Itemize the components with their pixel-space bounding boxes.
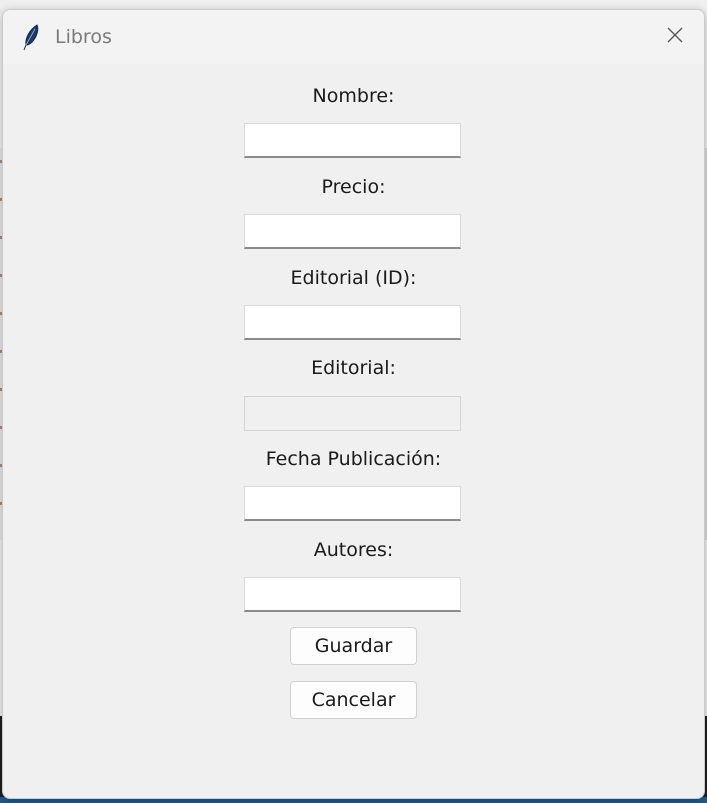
close-button[interactable] — [646, 10, 704, 64]
book-form: Nombre: Precio: Editorial (ID): Editoria… — [3, 64, 704, 798]
cancel-button[interactable]: Cancelar — [290, 681, 417, 719]
fecha-publicacion-input[interactable] — [244, 486, 461, 521]
autores-label: Autores: — [313, 539, 394, 561]
nombre-label: Nombre: — [312, 85, 395, 107]
save-button[interactable]: Guardar — [290, 627, 417, 665]
nombre-input[interactable] — [244, 123, 461, 158]
libros-dialog: Libros Nombre: Precio: Editorial (ID): E… — [2, 9, 705, 799]
title-bar[interactable]: Libros — [3, 10, 704, 64]
precio-label: Precio: — [321, 176, 386, 198]
editorial-id-input[interactable] — [244, 305, 461, 340]
editorial-readonly-field — [244, 396, 461, 431]
precio-input[interactable] — [244, 214, 461, 249]
window-title: Libros — [55, 26, 112, 48]
editorial-label: Editorial: — [311, 357, 396, 379]
editorial-id-label: Editorial (ID): — [290, 267, 417, 289]
autores-input[interactable] — [244, 577, 461, 612]
fecha-publicacion-label: Fecha Publicación: — [265, 448, 442, 470]
feather-icon — [21, 23, 41, 51]
close-icon — [666, 26, 684, 48]
